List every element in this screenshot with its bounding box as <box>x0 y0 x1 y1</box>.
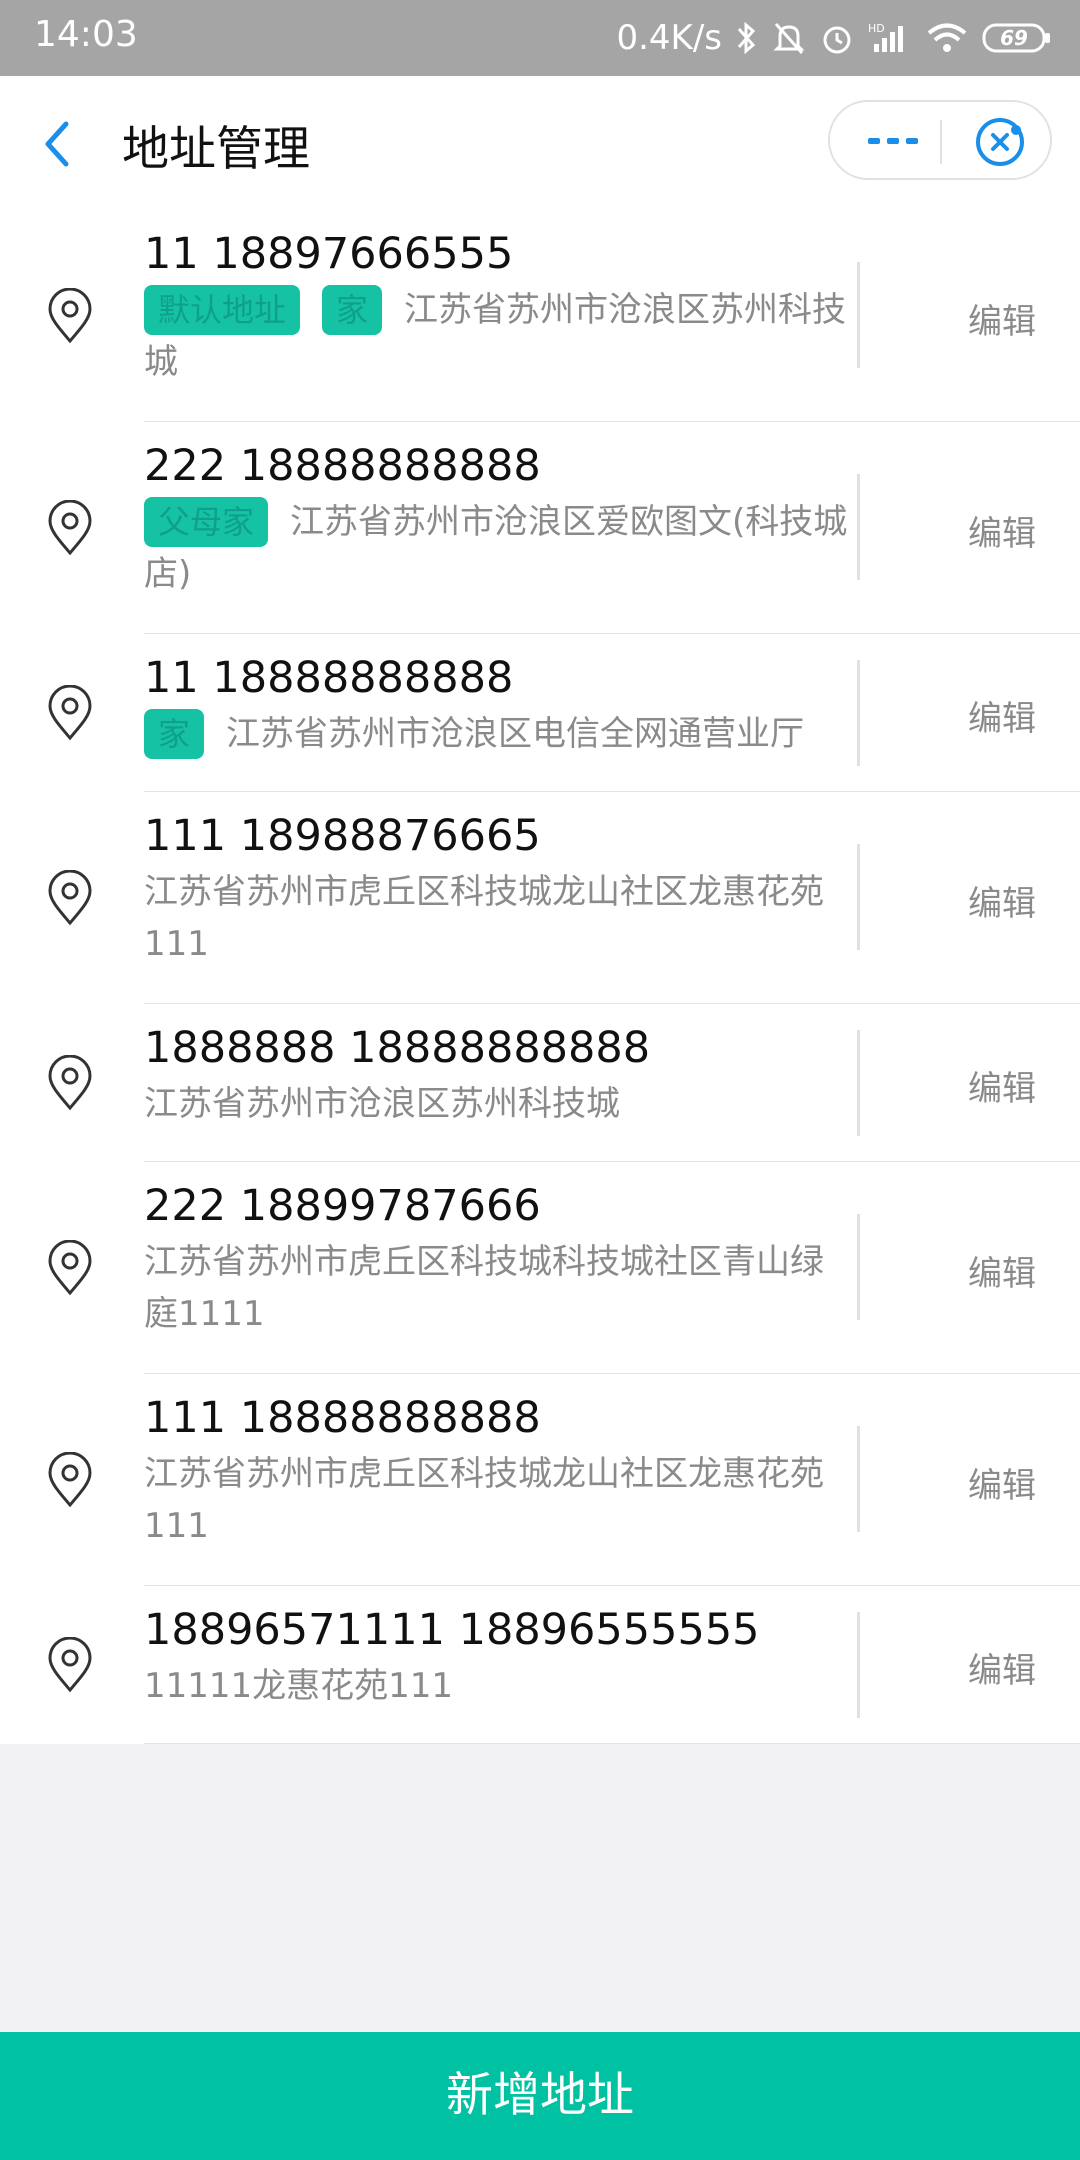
status-icons: 0.4K/s HD 69 <box>616 10 1052 66</box>
row-divider <box>857 474 860 580</box>
address-line: 11111龙惠花苑111 <box>144 1660 856 1712</box>
address-content: 1888888 18888888888 江苏省苏州市沧浪区苏州科技城 <box>144 1004 856 1130</box>
capsule-divider <box>940 120 942 164</box>
address-line: 江苏省苏州市沧浪区苏州科技城 <box>144 1078 856 1130</box>
address-content: 222 18888888888 父母家 江苏省苏州市沧浪区爱欧图文(科技城店) <box>144 422 856 600</box>
location-pin-icon <box>48 870 92 926</box>
row-divider <box>857 660 860 766</box>
back-arrow-icon <box>45 121 69 167</box>
address-item[interactable]: 111 18988876665 江苏省苏州市虎丘区科技城龙山社区龙惠花苑111 … <box>0 792 1080 1004</box>
location-pin-icon <box>48 288 92 344</box>
edit-button[interactable]: 编辑 <box>968 876 1036 925</box>
row-divider <box>857 1214 860 1320</box>
address-text: 江苏省苏州市沧浪区电信全网通营业厅 <box>226 714 805 754</box>
location-pin-icon <box>48 685 92 741</box>
address-line: 江苏省苏州市虎丘区科技城龙山社区龙惠花苑111 <box>144 866 856 970</box>
address-item[interactable]: 222 18888888888 父母家 江苏省苏州市沧浪区爱欧图文(科技城店) 编… <box>0 422 1080 634</box>
alarm-icon <box>820 20 854 56</box>
address-list: 11 18897666555 默认地址家江苏省苏州市沧浪区苏州科技城 编辑 22… <box>0 210 1080 1744</box>
edit-button[interactable]: 编辑 <box>968 1458 1036 1507</box>
address-text: 江苏省苏州市虎丘区科技城科技城社区青山绿庭1111 <box>144 1242 824 1334</box>
address-content: 111 18888888888 江苏省苏州市虎丘区科技城龙山社区龙惠花苑111 <box>144 1374 856 1552</box>
add-address-button[interactable]: 新增地址 <box>0 2032 1080 2160</box>
address-item[interactable]: 11 18897666555 默认地址家江苏省苏州市沧浪区苏州科技城 编辑 <box>0 210 1080 422</box>
edit-button[interactable]: 编辑 <box>968 1246 1036 1295</box>
battery-level: 69 <box>1000 26 1028 50</box>
contact-name-phone: 11 18888888888 <box>144 653 514 703</box>
address-line: 家江苏省苏州市沧浪区电信全网通营业厅 <box>144 708 856 760</box>
address-text: 江苏省苏州市虎丘区科技城龙山社区龙惠花苑111 <box>144 1454 824 1546</box>
mini-program-capsule <box>828 100 1052 180</box>
address-content: 222 18899787666 江苏省苏州市虎丘区科技城科技城社区青山绿庭111… <box>144 1162 856 1340</box>
row-divider <box>857 1030 860 1136</box>
more-button[interactable] <box>866 122 922 160</box>
address-line: 江苏省苏州市虎丘区科技城龙山社区龙惠花苑111 <box>144 1448 856 1552</box>
address-text: 11111龙惠花苑111 <box>144 1666 454 1706</box>
row-divider <box>857 1612 860 1718</box>
contact-name-phone: 222 18899787666 <box>144 1181 541 1231</box>
contact-name-phone: 1888888 18888888888 <box>144 1023 651 1073</box>
location-pin-icon <box>48 500 92 556</box>
edit-button[interactable]: 编辑 <box>968 294 1036 343</box>
address-tag: 家 <box>144 709 205 759</box>
address-item[interactable]: 1888888 18888888888 江苏省苏州市沧浪区苏州科技城 编辑 <box>0 1004 1080 1162</box>
mute-bell-icon <box>772 20 806 56</box>
net-speed: 0.4K/s <box>616 18 722 58</box>
address-content: 11 18888888888 家江苏省苏州市沧浪区电信全网通营业厅 <box>144 634 856 760</box>
edit-button[interactable]: 编辑 <box>968 506 1036 555</box>
nav-bar: 地址管理 <box>0 76 1080 211</box>
contact-name-phone: 18896571111 18896555555 <box>144 1605 760 1655</box>
wifi-icon <box>926 20 968 56</box>
close-button[interactable] <box>972 114 1028 170</box>
address-item[interactable]: 222 18899787666 江苏省苏州市虎丘区科技城科技城社区青山绿庭111… <box>0 1162 1080 1374</box>
more-dots-icon <box>868 138 918 144</box>
address-line: 江苏省苏州市虎丘区科技城科技城社区青山绿庭1111 <box>144 1236 856 1340</box>
address-tag: 默认地址 <box>144 285 301 335</box>
address-line: 父母家 江苏省苏州市沧浪区爱欧图文(科技城店) <box>144 496 856 600</box>
address-item[interactable]: 18896571111 18896555555 11111龙惠花苑111 编辑 <box>0 1586 1080 1744</box>
close-circle-icon <box>976 118 1024 166</box>
svg-text:HD: HD <box>868 22 885 35</box>
edit-button[interactable]: 编辑 <box>968 691 1036 740</box>
status-time: 14:03 <box>34 14 138 55</box>
address-item[interactable]: 11 18888888888 家江苏省苏州市沧浪区电信全网通营业厅 编辑 <box>0 634 1080 792</box>
address-text: 江苏省苏州市虎丘区科技城龙山社区龙惠花苑111 <box>144 872 824 964</box>
location-pin-icon <box>48 1452 92 1508</box>
contact-name-phone: 111 18988876665 <box>144 811 541 861</box>
page-title: 地址管理 <box>122 122 310 177</box>
address-line: 默认地址家江苏省苏州市沧浪区苏州科技城 <box>144 284 856 388</box>
address-content: 11 18897666555 默认地址家江苏省苏州市沧浪区苏州科技城 <box>144 210 856 388</box>
edit-button[interactable]: 编辑 <box>968 1643 1036 1692</box>
row-divider <box>857 262 860 368</box>
address-item[interactable]: 111 18888888888 江苏省苏州市虎丘区科技城龙山社区龙惠花苑111 … <box>0 1374 1080 1586</box>
address-tag: 家 <box>322 285 383 335</box>
row-separator <box>144 1743 1080 1744</box>
contact-name-phone: 222 18888888888 <box>144 441 541 491</box>
row-divider <box>857 1426 860 1532</box>
status-bar: 14:03 0.4K/s HD 69 <box>0 0 1080 76</box>
address-tag: 父母家 <box>144 497 269 547</box>
address-content: 111 18988876665 江苏省苏州市虎丘区科技城龙山社区龙惠花苑111 <box>144 792 856 970</box>
contact-name-phone: 111 18888888888 <box>144 1393 541 1443</box>
row-divider <box>857 844 860 950</box>
signal-icon: HD <box>868 20 912 56</box>
edit-button[interactable]: 编辑 <box>968 1061 1036 1110</box>
address-text: 江苏省苏州市沧浪区苏州科技城 <box>144 1084 620 1124</box>
back-button[interactable] <box>30 114 90 174</box>
address-content: 18896571111 18896555555 11111龙惠花苑111 <box>144 1586 856 1712</box>
location-pin-icon <box>48 1055 92 1111</box>
bluetooth-icon <box>736 20 758 56</box>
location-pin-icon <box>48 1637 92 1693</box>
contact-name-phone: 11 18897666555 <box>144 229 514 279</box>
battery-icon: 69 <box>982 23 1052 53</box>
location-pin-icon <box>48 1240 92 1296</box>
